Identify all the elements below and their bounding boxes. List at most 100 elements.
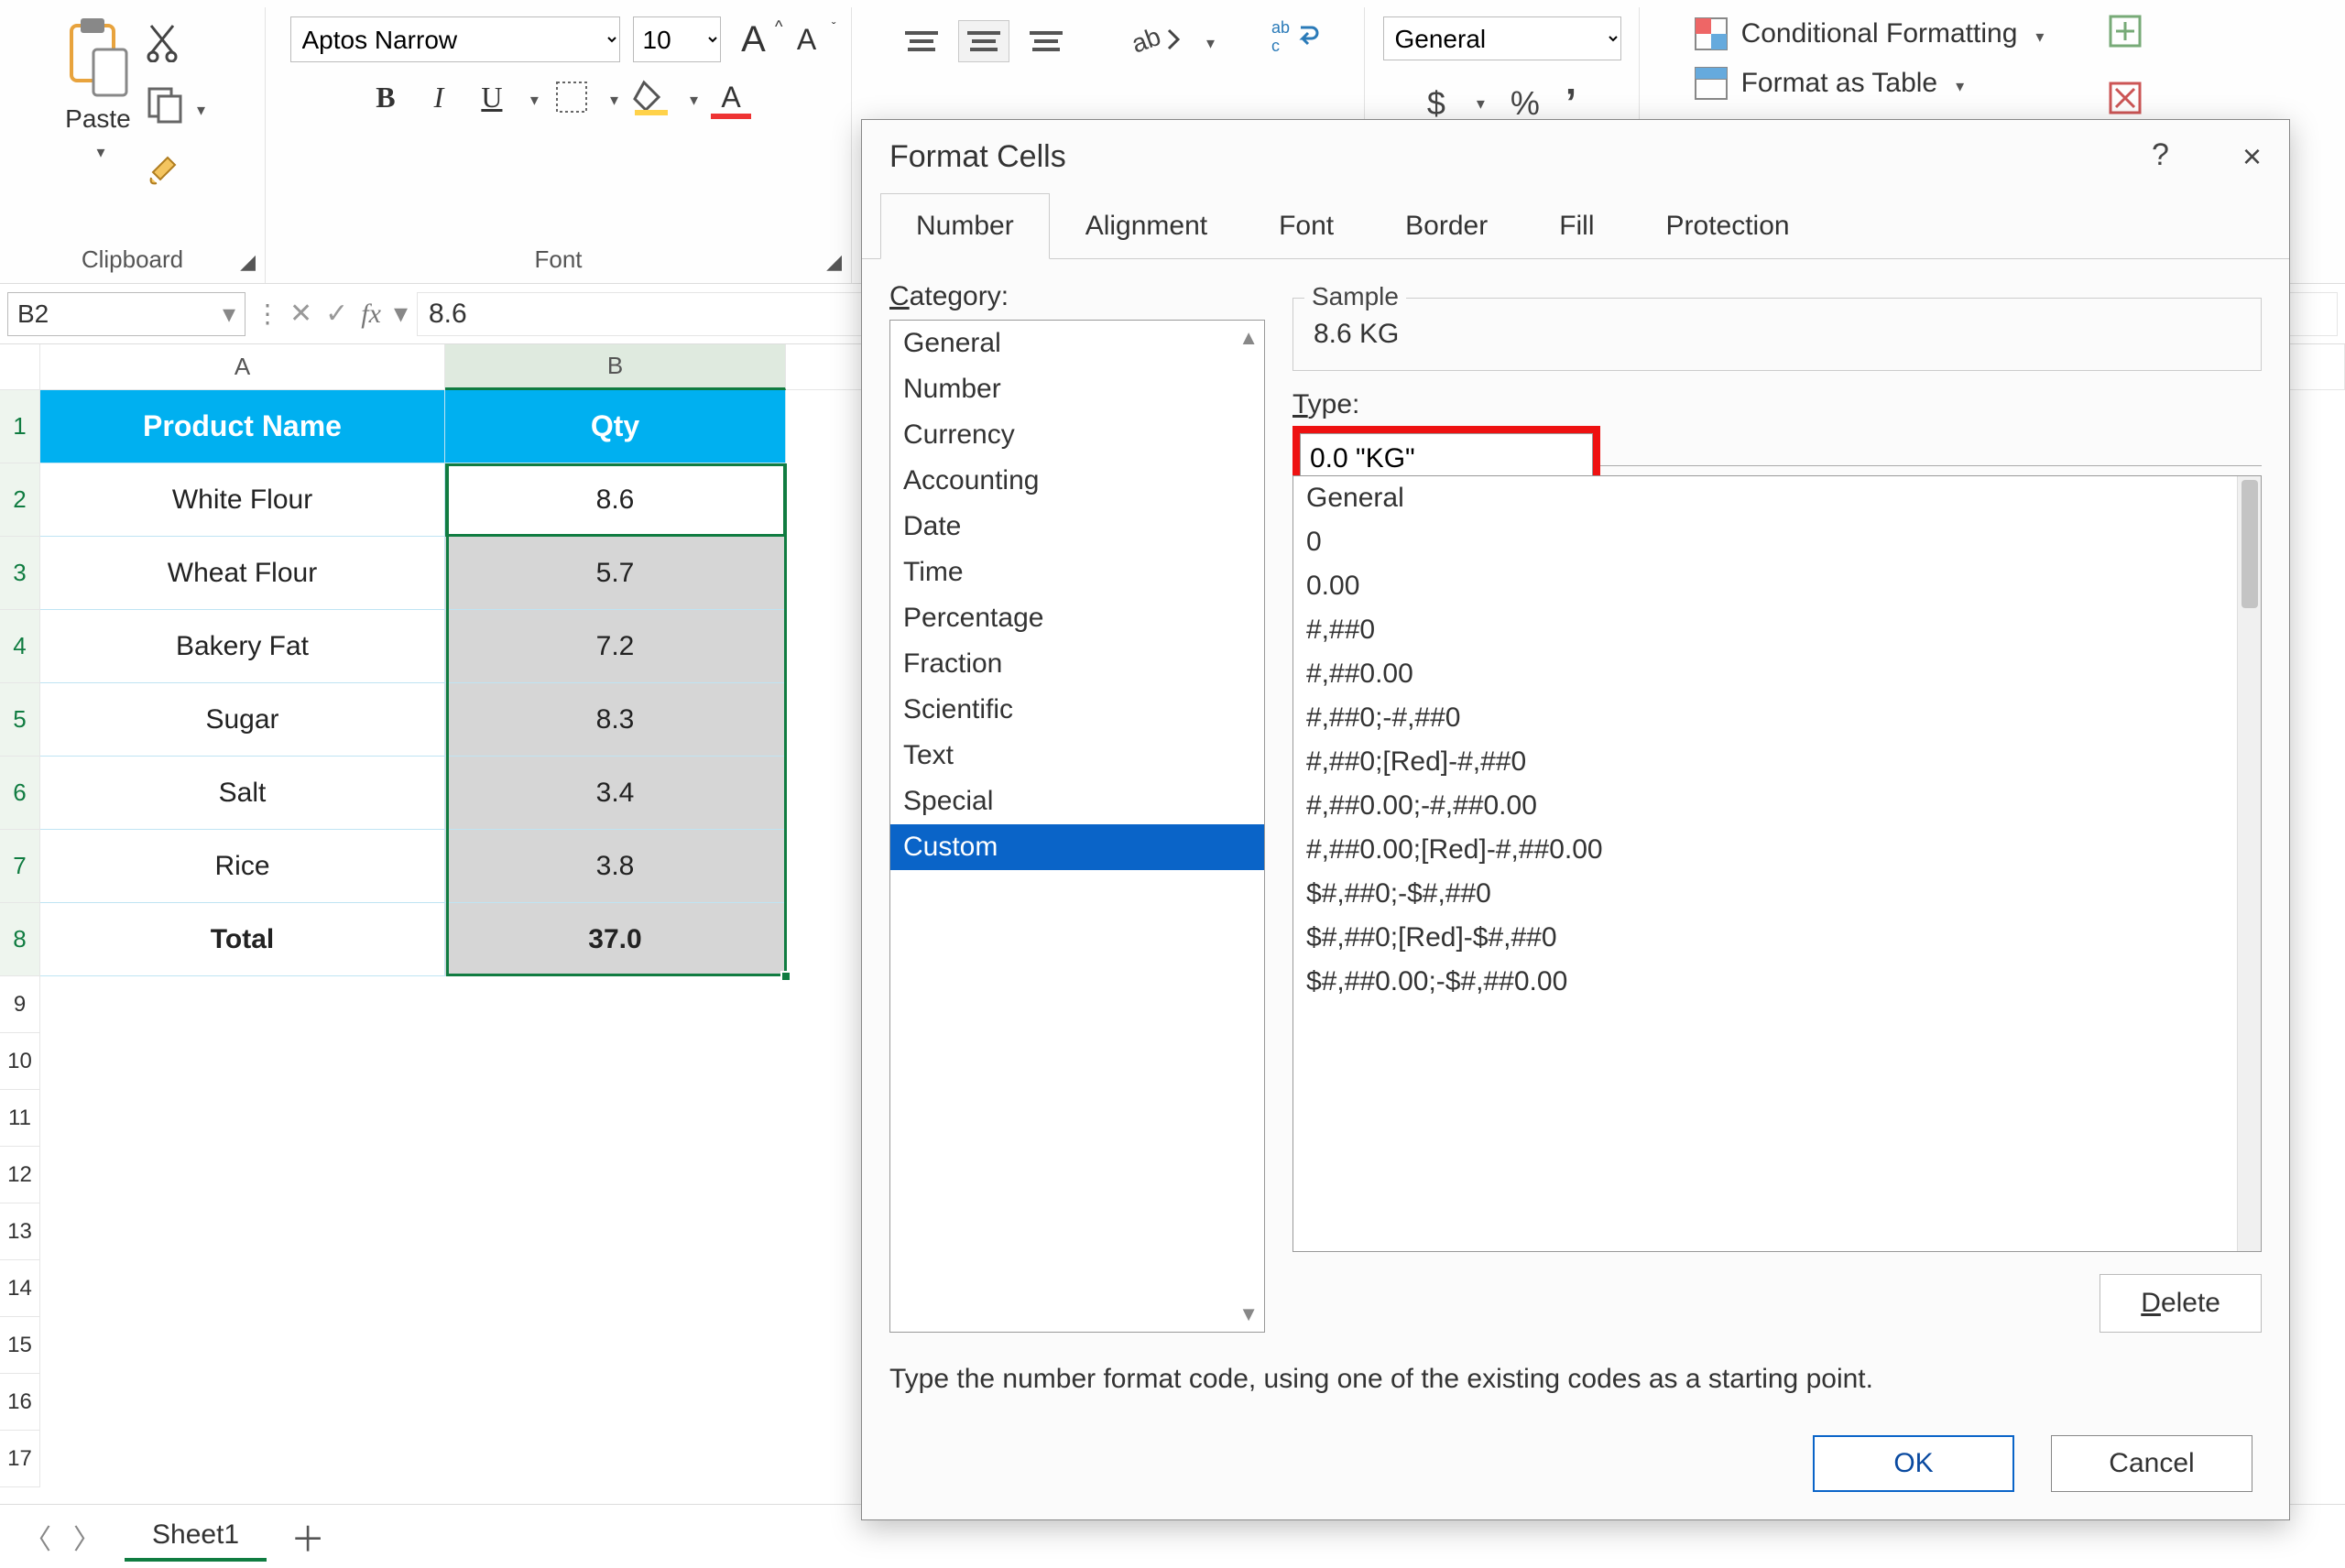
table-cell[interactable]: 7.2 bbox=[445, 610, 786, 683]
row-header[interactable]: 11 bbox=[0, 1090, 40, 1147]
font-size-select[interactable]: 10 bbox=[633, 16, 721, 62]
underline-button[interactable]: U bbox=[472, 77, 512, 117]
sheet-tab[interactable]: Sheet1 bbox=[125, 1512, 267, 1562]
category-item[interactable]: Time bbox=[890, 550, 1264, 595]
row-header[interactable]: 17 bbox=[0, 1431, 40, 1487]
insert-cells-icon[interactable] bbox=[2107, 13, 2143, 56]
category-item[interactable]: Currency bbox=[890, 412, 1264, 458]
format-code-item[interactable]: #,##0 bbox=[1293, 608, 2261, 652]
fill-color-icon[interactable] bbox=[631, 77, 671, 117]
enter-formula-icon[interactable]: ✓ bbox=[325, 298, 348, 330]
copy-icon[interactable] bbox=[146, 85, 184, 130]
currency-icon[interactable]: $ bbox=[1427, 84, 1445, 123]
dialog-help-icon[interactable]: ? bbox=[2152, 137, 2169, 176]
row-header[interactable]: 13 bbox=[0, 1203, 40, 1260]
sheet-nav-prev-icon[interactable]: 〈 bbox=[24, 1517, 51, 1557]
format-code-item[interactable]: $#,##0;-$#,##0 bbox=[1293, 872, 2261, 916]
table-total-label[interactable]: Total bbox=[40, 903, 445, 976]
wrap-text-icon[interactable]: abc bbox=[1268, 16, 1319, 65]
tab-font[interactable]: Font bbox=[1243, 193, 1369, 259]
table-cell[interactable]: Bakery Fat bbox=[40, 610, 445, 683]
new-sheet-button[interactable]: ＋ bbox=[290, 1511, 325, 1562]
row-header[interactable]: 7 bbox=[0, 830, 40, 903]
row-header[interactable]: 8 bbox=[0, 903, 40, 976]
row-header[interactable]: 4 bbox=[0, 610, 40, 683]
align-top-icon[interactable] bbox=[897, 21, 946, 61]
font-color-icon[interactable]: A bbox=[711, 77, 751, 117]
fill-color-dropdown[interactable] bbox=[684, 83, 698, 112]
underline-dropdown[interactable] bbox=[525, 83, 539, 112]
delete-cells-icon[interactable] bbox=[2107, 80, 2143, 123]
table-total-value[interactable]: 37.0 bbox=[445, 903, 786, 976]
category-list[interactable]: ▲ General Number Currency Accounting Dat… bbox=[889, 320, 1265, 1333]
format-code-item[interactable]: #,##0.00 bbox=[1293, 652, 2261, 696]
orientation-icon[interactable]: ab bbox=[1124, 21, 1188, 61]
row-header[interactable]: 6 bbox=[0, 757, 40, 830]
column-header-B[interactable]: B bbox=[445, 344, 786, 390]
format-code-item[interactable]: General bbox=[1293, 476, 2261, 520]
table-cell[interactable]: Sugar bbox=[40, 683, 445, 757]
bold-button[interactable]: B bbox=[365, 77, 406, 117]
sheet-nav-next-icon[interactable]: 〉 bbox=[73, 1517, 101, 1557]
format-code-list[interactable]: General 0 0.00 #,##0 #,##0.00 #,##0;-#,#… bbox=[1292, 475, 2262, 1252]
row-header[interactable]: 15 bbox=[0, 1317, 40, 1374]
row-header[interactable]: 1 bbox=[0, 390, 40, 463]
delete-format-button[interactable]: Delete bbox=[2100, 1274, 2262, 1333]
decrease-font-icon[interactable]: Aˇ bbox=[787, 19, 827, 60]
active-cell[interactable]: 8.6 bbox=[445, 463, 786, 537]
tab-border[interactable]: Border bbox=[1369, 193, 1523, 259]
format-list-scrollbar[interactable] bbox=[2237, 476, 2261, 1251]
category-item[interactable]: Accounting bbox=[890, 458, 1264, 504]
category-item[interactable]: General bbox=[890, 321, 1264, 366]
clipboard-dialog-launcher-icon[interactable]: ◢ bbox=[240, 250, 256, 274]
select-all-corner[interactable] bbox=[0, 344, 40, 390]
table-cell[interactable]: Rice bbox=[40, 830, 445, 903]
font-name-select[interactable]: Aptos Narrow bbox=[290, 16, 620, 62]
paste-label[interactable]: Paste bbox=[65, 104, 131, 134]
ok-button[interactable]: OK bbox=[1813, 1435, 2014, 1492]
name-box[interactable]: B2 ▾ bbox=[7, 292, 245, 336]
cancel-formula-icon[interactable]: ✕ bbox=[289, 298, 312, 330]
format-code-item[interactable]: 0.00 bbox=[1293, 564, 2261, 608]
table-cell[interactable]: Salt bbox=[40, 757, 445, 830]
borders-dropdown[interactable] bbox=[605, 83, 618, 112]
table-cell[interactable]: 5.7 bbox=[445, 537, 786, 610]
scroll-down-icon[interactable]: ▼ bbox=[1238, 1302, 1259, 1326]
row-header[interactable]: 14 bbox=[0, 1260, 40, 1317]
table-header-cell[interactable]: Qty bbox=[445, 390, 786, 463]
table-cell[interactable]: 3.4 bbox=[445, 757, 786, 830]
table-cell[interactable]: White Flour bbox=[40, 463, 445, 537]
tab-number[interactable]: Number bbox=[880, 193, 1050, 259]
align-bottom-icon[interactable] bbox=[1021, 21, 1071, 61]
row-header[interactable]: 16 bbox=[0, 1374, 40, 1431]
tab-protection[interactable]: Protection bbox=[1631, 193, 1826, 259]
tab-fill[interactable]: Fill bbox=[1523, 193, 1630, 259]
dialog-close-icon[interactable]: × bbox=[2242, 137, 2262, 176]
format-code-item[interactable]: #,##0.00;-#,##0.00 bbox=[1293, 784, 2261, 828]
format-as-table-button[interactable]: Format as Table bbox=[1694, 66, 1965, 101]
paste-dropdown[interactable] bbox=[91, 136, 104, 164]
category-item[interactable]: Percentage bbox=[890, 595, 1264, 641]
percent-icon[interactable]: % bbox=[1511, 84, 1540, 123]
row-header[interactable]: 5 bbox=[0, 683, 40, 757]
category-item[interactable]: Text bbox=[890, 733, 1264, 779]
table-cell[interactable]: Wheat Flour bbox=[40, 537, 445, 610]
row-header[interactable]: 9 bbox=[0, 976, 40, 1033]
row-header[interactable]: 2 bbox=[0, 463, 40, 537]
currency-dropdown[interactable] bbox=[1471, 94, 1485, 114]
category-item[interactable]: Number bbox=[890, 366, 1264, 412]
orientation-dropdown[interactable] bbox=[1201, 27, 1215, 55]
format-code-item[interactable]: $#,##0;[Red]-$#,##0 bbox=[1293, 916, 2261, 960]
selection-fill-handle[interactable] bbox=[780, 971, 791, 982]
category-item-selected[interactable]: Custom bbox=[890, 824, 1264, 870]
cancel-button[interactable]: Cancel bbox=[2051, 1435, 2252, 1492]
row-header[interactable]: 3 bbox=[0, 537, 40, 610]
cut-icon[interactable] bbox=[146, 22, 205, 69]
column-header-A[interactable]: A bbox=[40, 344, 445, 390]
category-item[interactable]: Special bbox=[890, 779, 1264, 824]
row-header[interactable]: 10 bbox=[0, 1033, 40, 1090]
format-code-item[interactable]: #,##0.00;[Red]-#,##0.00 bbox=[1293, 828, 2261, 872]
table-cell[interactable]: 8.3 bbox=[445, 683, 786, 757]
row-header[interactable]: 12 bbox=[0, 1147, 40, 1203]
scroll-up-icon[interactable]: ▲ bbox=[1238, 326, 1259, 350]
